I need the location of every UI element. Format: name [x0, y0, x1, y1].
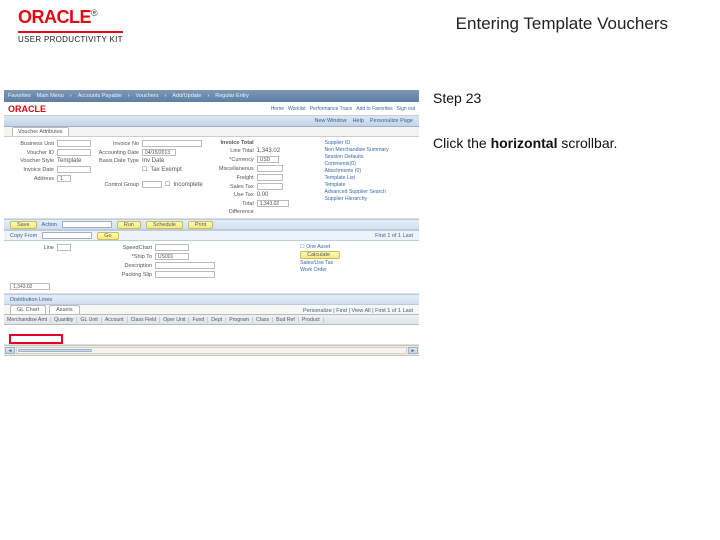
link[interactable]: Supplier ID — [324, 140, 413, 146]
link-home[interactable]: Home — [271, 106, 284, 112]
scroll-left-button[interactable]: ◄ — [5, 347, 15, 354]
sales-tax-input[interactable] — [257, 183, 283, 190]
lbl: Accounting Date — [95, 150, 139, 156]
amount-input[interactable]: 1,343.02 — [10, 283, 50, 290]
link[interactable]: Attachments (0) — [324, 168, 413, 174]
use-tax-value: 0.00 — [257, 192, 269, 198]
scroll-track[interactable] — [16, 347, 407, 354]
line-total-value: 1,343.02 — [257, 148, 280, 154]
line-nav[interactable]: First 1 of 1 Last — [375, 233, 413, 239]
link[interactable]: Supplier Hierarchy — [324, 196, 413, 202]
accounting-date-input[interactable]: 04/15/2013 — [142, 149, 176, 156]
link[interactable]: Advanced Supplier Search — [324, 189, 413, 195]
misc-input[interactable] — [257, 165, 283, 172]
tab-gl-chart[interactable]: GL Chart — [10, 305, 46, 314]
action-label: Action — [42, 222, 57, 228]
link-personalize[interactable]: Personalize Page — [370, 118, 413, 124]
link[interactable]: Comments(0) — [324, 161, 413, 167]
registered-mark: ® — [91, 8, 98, 18]
dist-lines-label: Distribution Lines — [10, 297, 52, 303]
business-unit-input[interactable] — [57, 140, 91, 147]
link[interactable]: Sales/Use Tax — [300, 260, 413, 266]
lbl: Business Unit — [10, 141, 54, 147]
link-worklist[interactable]: Worklist — [288, 106, 306, 112]
voucher-style-value: Template — [57, 158, 81, 164]
brand-block: ORACLE® USER PRODUCTIVITY KIT — [18, 8, 123, 44]
instruction-text: Click the horizontal scrollbar. — [433, 134, 699, 154]
lbl: Invoice Date — [10, 167, 54, 173]
crumb[interactable]: Vouchers — [136, 93, 159, 99]
invoice-no-input[interactable] — [142, 140, 202, 147]
product-subtitle: USER PRODUCTIVITY KIT — [18, 31, 123, 44]
speedchart-input[interactable] — [155, 244, 189, 251]
page-header: ORACLE® USER PRODUCTIVITY KIT Entering T… — [0, 0, 720, 52]
oracle-logo: ORACLE — [18, 7, 91, 27]
dist-grid-header: Merchandise Amt Quantity GL Unit Account… — [4, 315, 419, 325]
total-input[interactable]: 1,343.02 — [257, 200, 289, 207]
lbl: Address — [10, 176, 54, 182]
calculate-button[interactable]: Calculate — [300, 251, 340, 259]
currency-input[interactable]: USD — [257, 156, 279, 163]
scroll-right-button[interactable]: ► — [408, 347, 418, 354]
step-number: Step 23 — [433, 90, 699, 106]
incomplete-check[interactable]: Incomplete — [173, 182, 202, 188]
tax-exempt-check[interactable]: Tax Exempt — [150, 167, 181, 173]
basis-dt-value: Inv Date — [142, 158, 164, 164]
inner-oracle-logo: ORACLE — [8, 104, 46, 114]
invoice-date-input[interactable] — [57, 166, 91, 173]
link-perf[interactable]: Performance Trace — [310, 106, 353, 112]
link-signout[interactable]: Sign out — [397, 106, 415, 112]
link-new-window[interactable]: New Window — [314, 118, 346, 124]
save-button[interactable]: Save — [10, 221, 37, 229]
packing-slip-input[interactable] — [155, 271, 215, 278]
lbl: Basis Date Type — [95, 158, 139, 164]
crumb[interactable]: Regular Entry — [215, 93, 249, 99]
print-button[interactable]: Print — [188, 221, 213, 229]
link[interactable]: Non Merchandise Summary — [324, 147, 413, 153]
top-link-row: Home Worklist Performance Trace Add to F… — [271, 106, 415, 112]
schedule-button[interactable]: Schedule — [146, 221, 183, 229]
dist-nav[interactable]: Personalize | Find | View All | First 1 … — [303, 308, 419, 314]
sub-header: New Window Help Personalize Page — [4, 116, 419, 127]
link[interactable]: Template List — [324, 175, 413, 181]
action-select[interactable] — [62, 221, 112, 228]
link[interactable]: Work Order — [300, 267, 413, 273]
crumb[interactable]: Main Menu — [37, 93, 64, 99]
run-button[interactable]: Run — [117, 221, 141, 229]
line-num-input[interactable] — [57, 244, 71, 251]
voucher-id-input[interactable] — [57, 149, 91, 156]
control-group-input[interactable] — [142, 181, 162, 188]
horizontal-scrollbar[interactable]: ◄ ► — [4, 345, 419, 356]
scroll-thumb[interactable] — [18, 349, 92, 352]
go-button[interactable]: Go — [97, 232, 118, 240]
address-input[interactable]: 1 — [57, 175, 71, 182]
freight-input[interactable] — [257, 174, 283, 181]
link[interactable]: Template — [324, 182, 413, 188]
copy-from-label: Copy From — [10, 233, 37, 239]
link-help[interactable]: Help — [353, 118, 364, 124]
copy-from-select[interactable] — [42, 232, 92, 239]
ship-to-input[interactable]: US001 — [155, 253, 189, 260]
lbl: Control Group — [95, 182, 139, 188]
app-breadcrumb-bar: Favorites Main Menu› Accounts Payable› V… — [4, 90, 419, 102]
crumb[interactable]: Favorites — [8, 93, 31, 99]
crumb[interactable]: Accounts Payable — [78, 93, 122, 99]
instruction-panel: Step 23 Click the horizontal scrollbar. — [419, 90, 699, 356]
link-fav[interactable]: Add to Favorites — [356, 106, 392, 112]
tab-voucher-attributes[interactable]: Voucher Attributes — [12, 127, 69, 136]
crumb[interactable]: Add/Update — [172, 93, 201, 99]
lbl: Voucher ID — [10, 150, 54, 156]
lbl: Invoice No — [95, 141, 139, 147]
link[interactable]: Session Defaults — [324, 154, 413, 160]
description-input[interactable] — [155, 262, 215, 269]
page-title: Entering Template Vouchers — [456, 8, 702, 34]
tab-assets[interactable]: Assets — [49, 305, 80, 314]
embedded-screenshot: Favorites Main Menu› Accounts Payable› V… — [4, 90, 419, 356]
lbl: Voucher Style — [10, 158, 54, 164]
